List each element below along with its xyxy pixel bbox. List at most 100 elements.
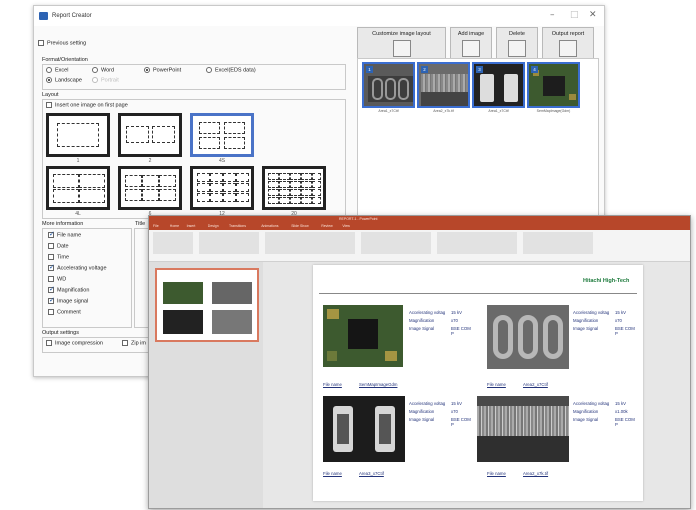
thumbnail-number: 3 xyxy=(476,66,483,73)
format-group xyxy=(42,64,346,90)
info-checkbox-label: Accelerating voltage xyxy=(57,265,107,272)
zip-images-checkbox[interactable]: Zip im xyxy=(122,340,146,346)
slide-canvas[interactable]: Hitachi High-Tech Accelerating voltag 15 … xyxy=(313,265,643,501)
meta-value: 15 kV xyxy=(615,310,626,315)
ribbon-tab-transitions[interactable]: Transitions xyxy=(229,224,246,228)
ribbon-tab-home[interactable]: Home xyxy=(170,224,179,228)
file-label-3: File name xyxy=(323,471,342,476)
ribbon-group-editing[interactable] xyxy=(523,232,593,254)
thumbnail-1[interactable]: 1 xyxy=(362,62,415,108)
info-checkbox-wd[interactable]: WD xyxy=(48,276,66,282)
ribbon-tab-file[interactable]: File xyxy=(153,224,159,228)
ribbon-tab-view[interactable]: View xyxy=(342,224,350,228)
checkbox-icon xyxy=(48,243,54,249)
meta-key: Magnification xyxy=(409,318,435,323)
meta-value: x70 xyxy=(615,318,622,323)
info-checkbox-label: WD xyxy=(57,276,67,283)
info-checkbox-label: File name xyxy=(57,232,82,239)
powerpoint-window: REPORT-1 - PowerPoint File Home Insert Desi… xyxy=(148,215,691,509)
header-rule xyxy=(319,293,637,294)
thumbnail-2[interactable]: 2 xyxy=(417,62,470,108)
layout-option-20[interactable] xyxy=(262,166,326,210)
meta-value: x70 xyxy=(451,318,458,323)
format-radio-excel[interactable]: Excel xyxy=(46,67,68,73)
layout-option-12[interactable] xyxy=(190,166,254,210)
layout-option-6[interactable] xyxy=(118,166,182,210)
format-radio-excel-eds[interactable]: Excel(EDS data) xyxy=(206,67,256,73)
layout-option-2[interactable] xyxy=(118,113,182,157)
checkbox-icon xyxy=(38,40,44,46)
meta-key: Magnification xyxy=(409,409,435,414)
layout-label-1: 1 xyxy=(76,158,80,164)
orientation-radio-landscape[interactable]: Landscape xyxy=(46,77,82,83)
format-radio-powerpoint[interactable]: PowerPoint xyxy=(144,67,181,73)
thumbnail-number: 1 xyxy=(366,66,373,73)
title-bar: Report Creator – □ ✕ xyxy=(34,6,604,26)
sem-image-resistor-marking xyxy=(487,305,569,369)
info-checkbox-file-name[interactable]: File name xyxy=(48,230,82,239)
info-checkbox-date[interactable]: Date xyxy=(48,243,69,249)
file-label-4: File name xyxy=(487,471,506,476)
checkbox-icon xyxy=(48,285,55,293)
meta-value: 15 kV xyxy=(615,401,626,406)
info-checkbox-magnification[interactable]: Magnification xyxy=(48,285,89,293)
layout-label-4l: 4L xyxy=(75,211,81,217)
meta-value: BSE COM P xyxy=(451,417,471,427)
info-checkbox-accelerating-voltage[interactable]: Accelerating voltage xyxy=(48,263,107,272)
ribbon xyxy=(149,230,690,262)
delete-icon xyxy=(508,40,526,57)
meta-key: Image Signal xyxy=(409,417,435,422)
layout-option-4s[interactable] xyxy=(190,113,254,157)
ribbon-tab-design[interactable]: Design xyxy=(208,224,219,228)
ribbon-tab-insert[interactable]: Insert xyxy=(187,224,196,228)
thumbnail-3[interactable]: 3 xyxy=(472,62,525,108)
output-settings-label: Output settings xyxy=(42,330,79,336)
previous-setting-label: Previous setting xyxy=(47,40,87,47)
format-group-label: Format/Orientation xyxy=(42,57,88,63)
ribbon-group-clipboard[interactable] xyxy=(153,232,193,254)
orientation-radio-portrait[interactable]: Portrait xyxy=(92,77,119,83)
ribbon-tab-review[interactable]: Review xyxy=(321,224,332,228)
meta-key: Magnification xyxy=(573,318,599,323)
info-checkbox-image-signal[interactable]: Image signal xyxy=(48,296,88,304)
more-info-label: More information xyxy=(42,221,84,227)
checkbox-icon xyxy=(48,276,54,282)
info-checkbox-time[interactable]: Time xyxy=(48,254,69,260)
thumbnail-caption-4: SemMapImage(Gdm) xyxy=(536,109,571,113)
info-checkbox-label: Date xyxy=(57,243,69,250)
brand-logo: Hitachi High-Tech xyxy=(583,278,630,284)
minimize-icon[interactable]: – xyxy=(550,10,555,20)
meta-value: x1.00k xyxy=(615,409,628,414)
layout-grid-icon xyxy=(392,40,411,57)
layout-group-label: Layout xyxy=(42,92,59,98)
meta-value: 15 kV xyxy=(451,401,462,406)
layout-option-4l[interactable] xyxy=(46,166,110,210)
sem-image-chip xyxy=(323,305,403,367)
maximize-icon[interactable]: □ xyxy=(570,10,579,20)
layout-option-1[interactable] xyxy=(46,113,110,157)
thumbnail-4[interactable]: 4 xyxy=(527,62,580,108)
info-checkbox-comment[interactable]: Comment xyxy=(48,309,81,315)
meta-value: BSE COM P xyxy=(615,326,635,336)
insert-first-page-checkbox[interactable]: Insert one image on first page xyxy=(46,102,128,108)
previous-setting-checkbox[interactable]: Previous setting xyxy=(38,40,86,46)
ribbon-tabs: File Home Insert Design Transitions Animation… xyxy=(149,223,690,230)
sem-image-components xyxy=(323,396,405,462)
checkbox-icon xyxy=(48,263,55,271)
thumbnail-caption-1: Area1_x7Ctif xyxy=(378,109,399,113)
ribbon-group-drawing[interactable] xyxy=(437,232,517,254)
meta-key: Image Signal xyxy=(573,417,599,422)
ribbon-group-font[interactable] xyxy=(265,232,355,254)
ribbon-tab-slide-show[interactable]: Slide Show xyxy=(291,224,309,228)
slide-thumbnail-1[interactable] xyxy=(155,268,259,342)
format-radio-word[interactable]: Word xyxy=(92,67,114,73)
output-report-icon xyxy=(559,40,577,57)
image-compression-checkbox[interactable]: Image compression xyxy=(46,340,103,346)
file-value-1: SemMapImageGdm xyxy=(359,382,398,387)
ribbon-group-paragraph[interactable] xyxy=(361,232,431,254)
ribbon-tab-animations[interactable]: Animations xyxy=(261,224,278,228)
layout-label-2: 2 xyxy=(148,158,152,164)
ribbon-group-slides[interactable] xyxy=(199,232,259,254)
file-value-4: Area2_x7k.tif xyxy=(523,471,549,476)
close-icon[interactable]: ✕ xyxy=(589,10,597,20)
